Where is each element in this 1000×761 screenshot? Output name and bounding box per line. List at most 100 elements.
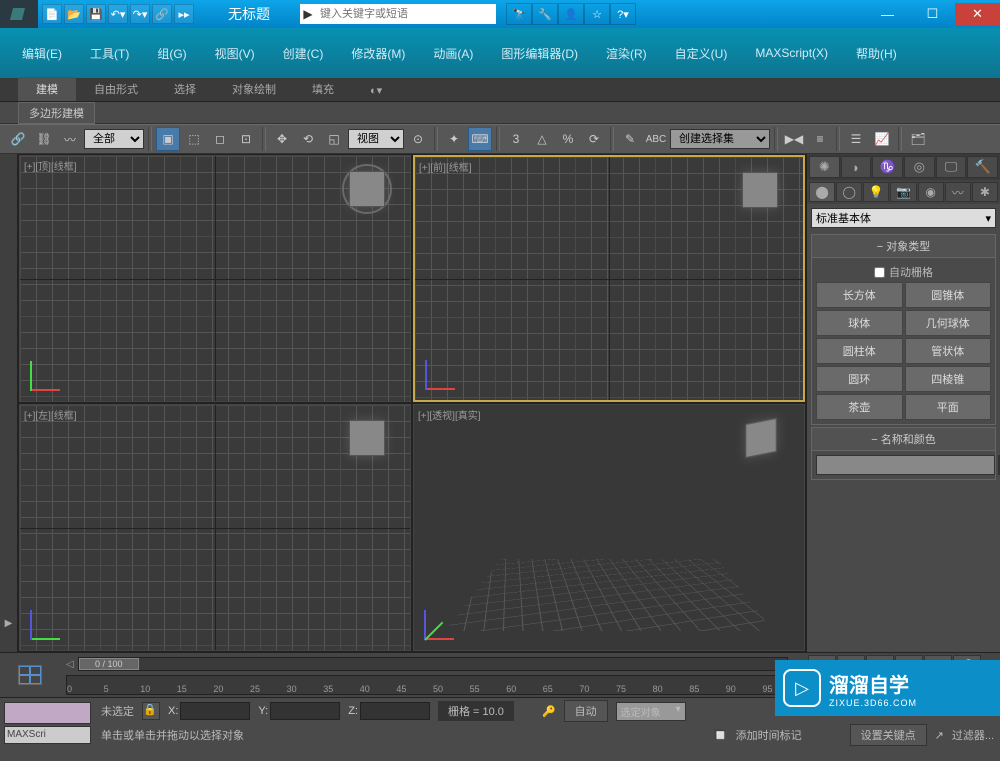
menu-help[interactable]: 帮助(H)	[842, 41, 911, 66]
lights-icon[interactable]: 💡	[863, 182, 889, 202]
select-rotate-icon[interactable]: ⟲	[296, 127, 320, 151]
create-tab-icon[interactable]: ✺	[809, 156, 840, 178]
named-selection-dropdown[interactable]: 创建选择集	[670, 129, 770, 149]
rollout-object-type[interactable]: 对象类型	[811, 234, 996, 258]
select-by-name-icon[interactable]: ⬚	[182, 127, 206, 151]
close-button[interactable]: ✕	[955, 3, 1000, 25]
help-icon[interactable]: ?▾	[610, 3, 636, 25]
redo-icon[interactable]: ↷▾	[130, 4, 150, 24]
time-ruler[interactable]: 0510152025303540455055606570758085909510…	[66, 675, 800, 695]
geometry-type-dropdown[interactable]: 标准基本体▾	[811, 208, 996, 228]
coord-y-input[interactable]	[270, 702, 340, 720]
menu-tools[interactable]: 工具(T)	[76, 41, 143, 66]
ribbon-tab-populate[interactable]: 填充	[294, 77, 352, 101]
schematic-view-icon[interactable]: 🗂	[906, 127, 930, 151]
app-logo[interactable]	[0, 0, 38, 28]
ribbon-tab-freeform[interactable]: 自由形式	[76, 77, 156, 101]
select-manipulate-icon[interactable]: ✦	[442, 127, 466, 151]
binoculars-icon[interactable]: 🔭	[506, 3, 532, 25]
obj-plane[interactable]: 平面	[905, 394, 992, 420]
maxscript-listener[interactable]: MAXScri	[4, 726, 91, 744]
add-time-tag[interactable]: 添加时间标记	[736, 727, 802, 743]
key-filters[interactable]: 过滤器...	[952, 727, 994, 743]
ref-coord-dropdown[interactable]: 视图	[348, 129, 404, 149]
material-swatch[interactable]	[4, 702, 91, 724]
angle-snap-icon[interactable]: △	[530, 127, 554, 151]
utilities-tab-icon[interactable]: 🔨	[967, 156, 998, 178]
viewcube-icon[interactable]	[349, 171, 385, 207]
menu-modifiers[interactable]: 修改器(M)	[337, 41, 419, 66]
signin-icon[interactable]: 👤	[558, 3, 584, 25]
object-name-input[interactable]	[816, 455, 995, 475]
time-slider[interactable]: 0 / 100	[78, 657, 789, 671]
viewcube-icon[interactable]	[745, 418, 776, 458]
ribbon-tab-selection[interactable]: 选择	[156, 77, 214, 101]
autogrid-checkbox[interactable]: 自动栅格	[816, 262, 991, 282]
bind-spacewarp-icon[interactable]: 〰	[58, 127, 82, 151]
geometry-icon[interactable]: ⬤	[809, 182, 835, 202]
ribbon-collapse-icon[interactable]: ◐▾	[352, 80, 388, 101]
coord-x-input[interactable]	[180, 702, 250, 720]
set-key-button[interactable]: 设置关键点	[850, 724, 927, 746]
obj-tube[interactable]: 管状体	[905, 338, 992, 364]
help-search[interactable]: ▶	[300, 4, 496, 24]
obj-pyramid[interactable]: 四棱锥	[905, 366, 992, 392]
viewport-label[interactable]: [+][前][线框]	[419, 159, 472, 174]
link-icon[interactable]: 🔗	[152, 4, 172, 24]
select-scale-icon[interactable]: ◱	[322, 127, 346, 151]
curve-editor-icon[interactable]: 📈	[870, 127, 894, 151]
edit-named-sel-icon[interactable]: ✎	[618, 127, 642, 151]
obj-cylinder[interactable]: 圆柱体	[816, 338, 903, 364]
pivot-center-icon[interactable]: ⊙	[406, 127, 430, 151]
hierarchy-tab-icon[interactable]: ♑	[872, 156, 903, 178]
obj-cone[interactable]: 圆锥体	[905, 282, 992, 308]
viewport-label[interactable]: [+][透视][真实]	[418, 407, 481, 422]
selection-lock-icon[interactable]: 🔒	[142, 702, 160, 720]
viewcube-icon[interactable]	[349, 420, 385, 456]
viewport-label[interactable]: [+][顶][线框]	[24, 158, 77, 173]
spacewarps-icon[interactable]: 〰	[945, 182, 971, 202]
shapes-icon[interactable]: ◯	[836, 182, 862, 202]
undo-icon[interactable]: ↶▾	[108, 4, 128, 24]
ribbon-tab-modeling[interactable]: 建模	[18, 77, 76, 101]
ribbon-tab-objectpaint[interactable]: 对象绘制	[214, 77, 294, 101]
obj-box[interactable]: 长方体	[816, 282, 903, 308]
display-tab-icon[interactable]: 🖵	[936, 156, 967, 178]
wrench-icon[interactable]: 🔧	[532, 3, 558, 25]
time-slider-handle[interactable]: 0 / 100	[79, 658, 139, 670]
viewport-perspective[interactable]: [+][透视][真实]	[413, 404, 805, 651]
coord-z-input[interactable]	[360, 702, 430, 720]
percent-snap-icon[interactable]: %	[556, 127, 580, 151]
selection-filter-dropdown[interactable]: 全部	[84, 129, 144, 149]
menu-grapheditors[interactable]: 图形编辑器(D)	[487, 41, 592, 66]
snap-3d-icon[interactable]: 3	[504, 127, 528, 151]
viewport-label[interactable]: [+][左][线框]	[24, 407, 77, 422]
cameras-icon[interactable]: 📷	[890, 182, 916, 202]
viewcube-icon[interactable]	[742, 172, 778, 208]
viewport-left[interactable]: [+][左][线框]	[19, 404, 411, 651]
menu-create[interactable]: 创建(C)	[269, 41, 338, 66]
rollout-name-color[interactable]: 名称和颜色	[811, 427, 996, 451]
spinner-snap-icon[interactable]: ⟳	[582, 127, 606, 151]
favorite-icon[interactable]: ☆	[584, 3, 610, 25]
viewport-layout-icon[interactable]	[18, 665, 42, 685]
more-icon[interactable]: ▸▸	[174, 4, 194, 24]
keyboard-shortcut-icon[interactable]: ⌨	[468, 127, 492, 151]
mirror-icon[interactable]: ▶◀	[782, 127, 806, 151]
menu-view[interactable]: 视图(V)	[201, 41, 269, 66]
search-input[interactable]	[316, 5, 496, 23]
menu-edit[interactable]: 编辑(E)	[8, 41, 76, 66]
helpers-icon[interactable]: ◉	[918, 182, 944, 202]
minimize-button[interactable]: —	[865, 3, 910, 25]
menu-animation[interactable]: 动画(A)	[419, 41, 487, 66]
obj-teapot[interactable]: 茶壶	[816, 394, 903, 420]
save-file-icon[interactable]: 💾	[86, 4, 106, 24]
viewport-top[interactable]: [+][顶][线框]	[19, 155, 411, 402]
unlink-icon[interactable]: ⛓	[32, 127, 56, 151]
menu-maxscript[interactable]: MAXScript(X)	[741, 42, 842, 64]
select-object-icon[interactable]: ▣	[156, 127, 180, 151]
obj-sphere[interactable]: 球体	[816, 310, 903, 336]
viewport-strip-expand-icon[interactable]: ▶	[0, 614, 17, 632]
motion-tab-icon[interactable]: ◎	[904, 156, 935, 178]
key-target-dropdown[interactable]: 选定对象▾	[616, 702, 686, 721]
